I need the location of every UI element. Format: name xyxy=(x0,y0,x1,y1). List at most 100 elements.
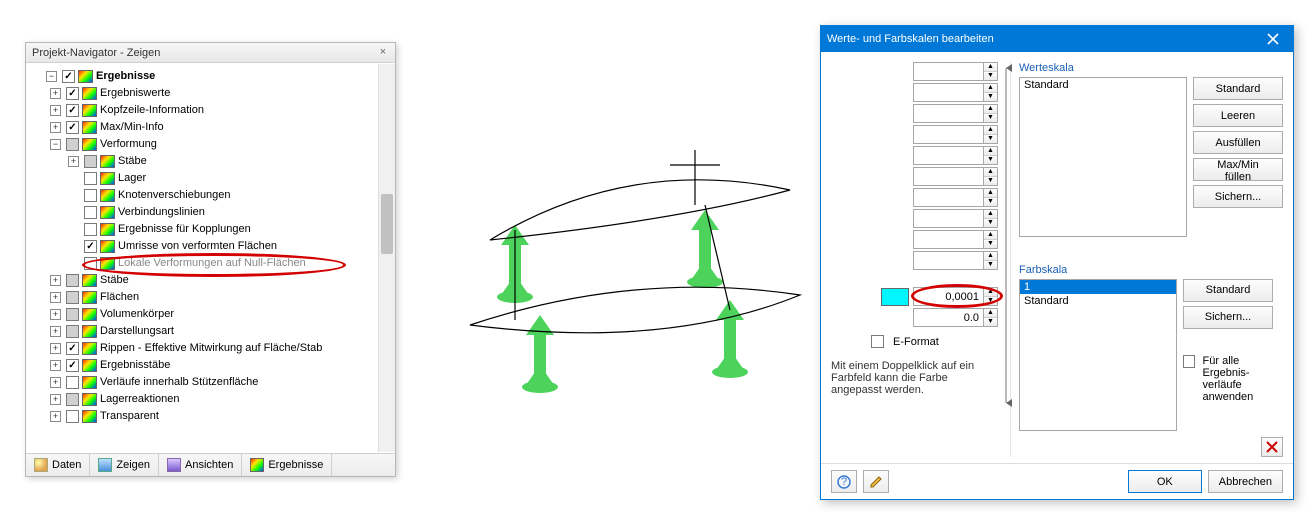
checkbox[interactable] xyxy=(66,393,79,406)
tree-label[interactable]: Ergebnisse für Kopplungen xyxy=(118,221,251,238)
expand-icon[interactable]: + xyxy=(50,343,61,354)
tree-label[interactable]: Ergebniswerte xyxy=(100,85,170,102)
tree-label[interactable]: Stäbe xyxy=(118,153,147,170)
list-item[interactable]: 1 xyxy=(1020,280,1176,294)
tab-zeigen[interactable]: Zeigen xyxy=(90,454,159,476)
spin-down-icon[interactable]: ▼ xyxy=(984,219,997,227)
tree-label[interactable]: Rippen - Effektive Mitwirkung auf Fläche… xyxy=(100,340,322,357)
edit-button[interactable] xyxy=(863,470,889,493)
werteskala-leeren-button[interactable]: Leeren xyxy=(1193,104,1283,127)
spin-down-icon[interactable]: ▼ xyxy=(984,156,997,164)
spin-up-icon[interactable]: ▲ xyxy=(984,84,997,93)
spin-down-icon[interactable]: ▼ xyxy=(984,177,997,185)
slider-handle-bottom-icon[interactable] xyxy=(1006,399,1012,407)
tree-label[interactable]: Max/Min-Info xyxy=(100,119,164,136)
checkbox[interactable] xyxy=(66,376,79,389)
color-swatch[interactable] xyxy=(881,288,909,306)
tree-label[interactable]: Ergebnisstäbe xyxy=(100,357,170,374)
ok-button[interactable]: OK xyxy=(1128,470,1202,493)
spin-up-icon[interactable]: ▲ xyxy=(984,63,997,72)
checkbox[interactable] xyxy=(66,121,79,134)
tree-label[interactable]: Knotenverschiebungen xyxy=(118,187,231,204)
tab-ansichten[interactable]: Ansichten xyxy=(159,454,242,476)
checkbox[interactable] xyxy=(66,410,79,423)
spin-1[interactable]: ▲▼ xyxy=(913,62,998,81)
collapse-icon[interactable]: − xyxy=(46,71,57,82)
delete-button[interactable] xyxy=(1261,437,1283,457)
spin-12[interactable]: ▲▼ xyxy=(913,308,998,327)
tree-label[interactable]: Kopfzeile-Information xyxy=(100,102,204,119)
spin-9[interactable]: ▲▼ xyxy=(913,230,998,249)
spin-6[interactable]: ▲▼ xyxy=(913,167,998,186)
spin-down-icon[interactable]: ▼ xyxy=(984,198,997,206)
checkbox[interactable] xyxy=(66,87,79,100)
tree-label[interactable]: Stäbe xyxy=(100,272,129,289)
tree-label[interactable]: Lagerreaktionen xyxy=(100,391,180,408)
spin-4[interactable]: ▲▼ xyxy=(913,125,998,144)
spin-down-icon[interactable]: ▼ xyxy=(984,114,997,122)
spin-7[interactable]: ▲▼ xyxy=(913,188,998,207)
spin-down-icon[interactable]: ▼ xyxy=(984,135,997,143)
werteskala-standard-button[interactable]: Standard xyxy=(1193,77,1283,100)
expand-icon[interactable]: + xyxy=(50,88,61,99)
checkbox[interactable] xyxy=(62,70,75,83)
checkbox[interactable] xyxy=(84,189,97,202)
expand-icon[interactable]: + xyxy=(50,275,61,286)
navigator-scrollbar[interactable] xyxy=(378,64,395,452)
eformat-checkbox-row[interactable]: E-Format xyxy=(871,335,939,348)
help-button[interactable]: ? xyxy=(831,470,857,493)
tree-label[interactable]: Darstellungsart xyxy=(100,323,174,340)
werteskala-sichern-button[interactable]: Sichern... xyxy=(1193,185,1283,208)
tree-label[interactable]: Verformung xyxy=(100,136,157,153)
model-viewport[interactable] xyxy=(430,120,820,400)
spin-up-icon[interactable]: ▲ xyxy=(984,288,997,297)
spin-up-icon[interactable]: ▲ xyxy=(984,168,997,177)
spin-up-icon[interactable]: ▲ xyxy=(984,252,997,261)
checkbox[interactable] xyxy=(66,274,79,287)
collapse-icon[interactable]: − xyxy=(50,139,61,150)
expand-icon[interactable]: + xyxy=(50,122,61,133)
tree-label[interactable]: Verläufe innerhalb Stützenfläche xyxy=(100,374,258,391)
spin-down-icon[interactable]: ▼ xyxy=(984,93,997,101)
spin-up-icon[interactable]: ▲ xyxy=(984,105,997,114)
tab-daten[interactable]: Daten xyxy=(26,454,90,476)
dialog-close-button[interactable] xyxy=(1253,26,1293,52)
spin-3[interactable]: ▲▼ xyxy=(913,104,998,123)
checkbox[interactable] xyxy=(66,342,79,355)
tree-label[interactable]: Volumenkörper xyxy=(100,306,174,323)
spin-up-icon[interactable]: ▲ xyxy=(984,126,997,135)
checkbox[interactable] xyxy=(84,240,97,253)
spin-up-icon[interactable]: ▲ xyxy=(984,189,997,198)
tree-label[interactable]: Lager xyxy=(118,170,146,187)
farbskala-standard-button[interactable]: Standard xyxy=(1183,279,1273,302)
checkbox[interactable] xyxy=(84,223,97,236)
farbskala-list[interactable]: 1 Standard xyxy=(1019,279,1177,432)
checkbox[interactable] xyxy=(66,291,79,304)
spin-10[interactable]: ▲▼ xyxy=(913,251,998,270)
checkbox[interactable] xyxy=(66,359,79,372)
expand-icon[interactable]: + xyxy=(50,292,61,303)
tree-label[interactable]: Umrisse von verformten Flächen xyxy=(118,238,277,255)
expand-icon[interactable]: + xyxy=(50,394,61,405)
expand-icon[interactable]: + xyxy=(50,377,61,388)
spin-down-icon[interactable]: ▼ xyxy=(984,318,997,326)
range-slider[interactable] xyxy=(1000,62,1012,409)
list-item[interactable]: Standard xyxy=(1020,78,1186,92)
tree-label[interactable]: Lokale Verformungen auf Null-Flächen xyxy=(118,255,306,272)
tree-label[interactable]: Flächen xyxy=(100,289,139,306)
tree-label[interactable]: Verbindungslinien xyxy=(118,204,205,221)
checkbox[interactable] xyxy=(66,325,79,338)
spin-up-icon[interactable]: ▲ xyxy=(984,147,997,156)
list-item[interactable]: Standard xyxy=(1020,294,1176,308)
cancel-button[interactable]: Abbrechen xyxy=(1208,470,1283,493)
apply-all-row[interactable]: Für alle Ergebnis- verläufe anwenden xyxy=(1183,355,1283,403)
expand-icon[interactable]: + xyxy=(50,411,61,422)
spin-11[interactable]: ▲▼ xyxy=(913,287,998,306)
checkbox[interactable] xyxy=(84,257,97,270)
spin-down-icon[interactable]: ▼ xyxy=(984,297,997,305)
checkbox[interactable] xyxy=(1183,355,1195,368)
werteskala-ausfuellen-button[interactable]: Ausfüllen xyxy=(1193,131,1283,154)
spin-up-icon[interactable]: ▲ xyxy=(984,210,997,219)
expand-icon[interactable]: + xyxy=(50,105,61,116)
expand-icon[interactable]: + xyxy=(50,360,61,371)
